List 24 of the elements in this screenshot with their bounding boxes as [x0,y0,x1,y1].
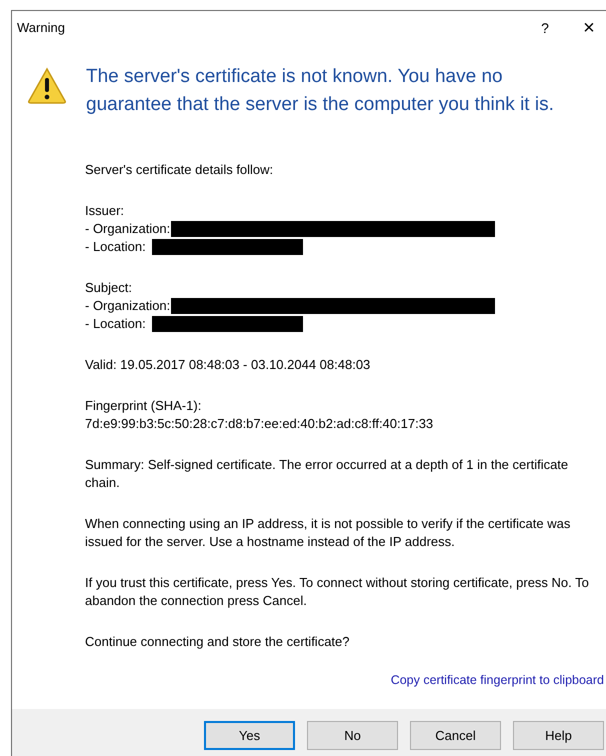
message-text: Server's certificate details follow: [85,161,274,179]
help-button[interactable]: ? [534,18,556,38]
dialog-button[interactable]: No [307,721,398,750]
message-text: Fingerprint (SHA-1): [85,397,202,415]
dialog-button[interactable]: Help [513,721,604,750]
dialog-button[interactable]: Cancel [410,721,501,750]
message-text: If you trust this certificate, press Yes. To connect without storing certificate, press No. To abandon the connection press Cancel. [85,574,590,610]
dialog-button[interactable]: Yes [204,721,295,750]
message-text: 7d:e9:99:b3:5c:50:28:c7:d8:b7:ee:ed:40:b2:ad:c8:ff:40:17:33 [85,415,434,433]
message-text: Issuer: [85,202,126,220]
message-text: Valid: 19.05.2017 08:48:03 - 03.10.2044 08:48:03 [85,356,372,374]
field-label: - Location: [85,238,146,256]
warning-icon [27,67,67,104]
message-text: Summary: Self-signed certificate. The error occurred at a depth of 1 in the certificate chain. [85,456,570,492]
message-text: Continue connecting and store the certificate? [85,633,351,651]
field-label: - Organization: [85,297,170,315]
copy-fingerprint-link[interactable]: Copy certificate fingerprint to clipboard [390,671,604,690]
field-label: - Location: [85,315,146,333]
message-text: Subject: [85,279,133,297]
message-text: When connecting using an IP address, it is not possible to verify if the certificate was issued for the server. Use a hostname instead of the IP address. [85,515,572,551]
warning-heading: The server's certificate is not known. You have no guarantee that the server is the computer you think it is. [86,65,555,117]
field-label: - Organization: [85,220,170,238]
close-button[interactable]: × [578,18,600,38]
window-title: Warning [17,19,65,38]
